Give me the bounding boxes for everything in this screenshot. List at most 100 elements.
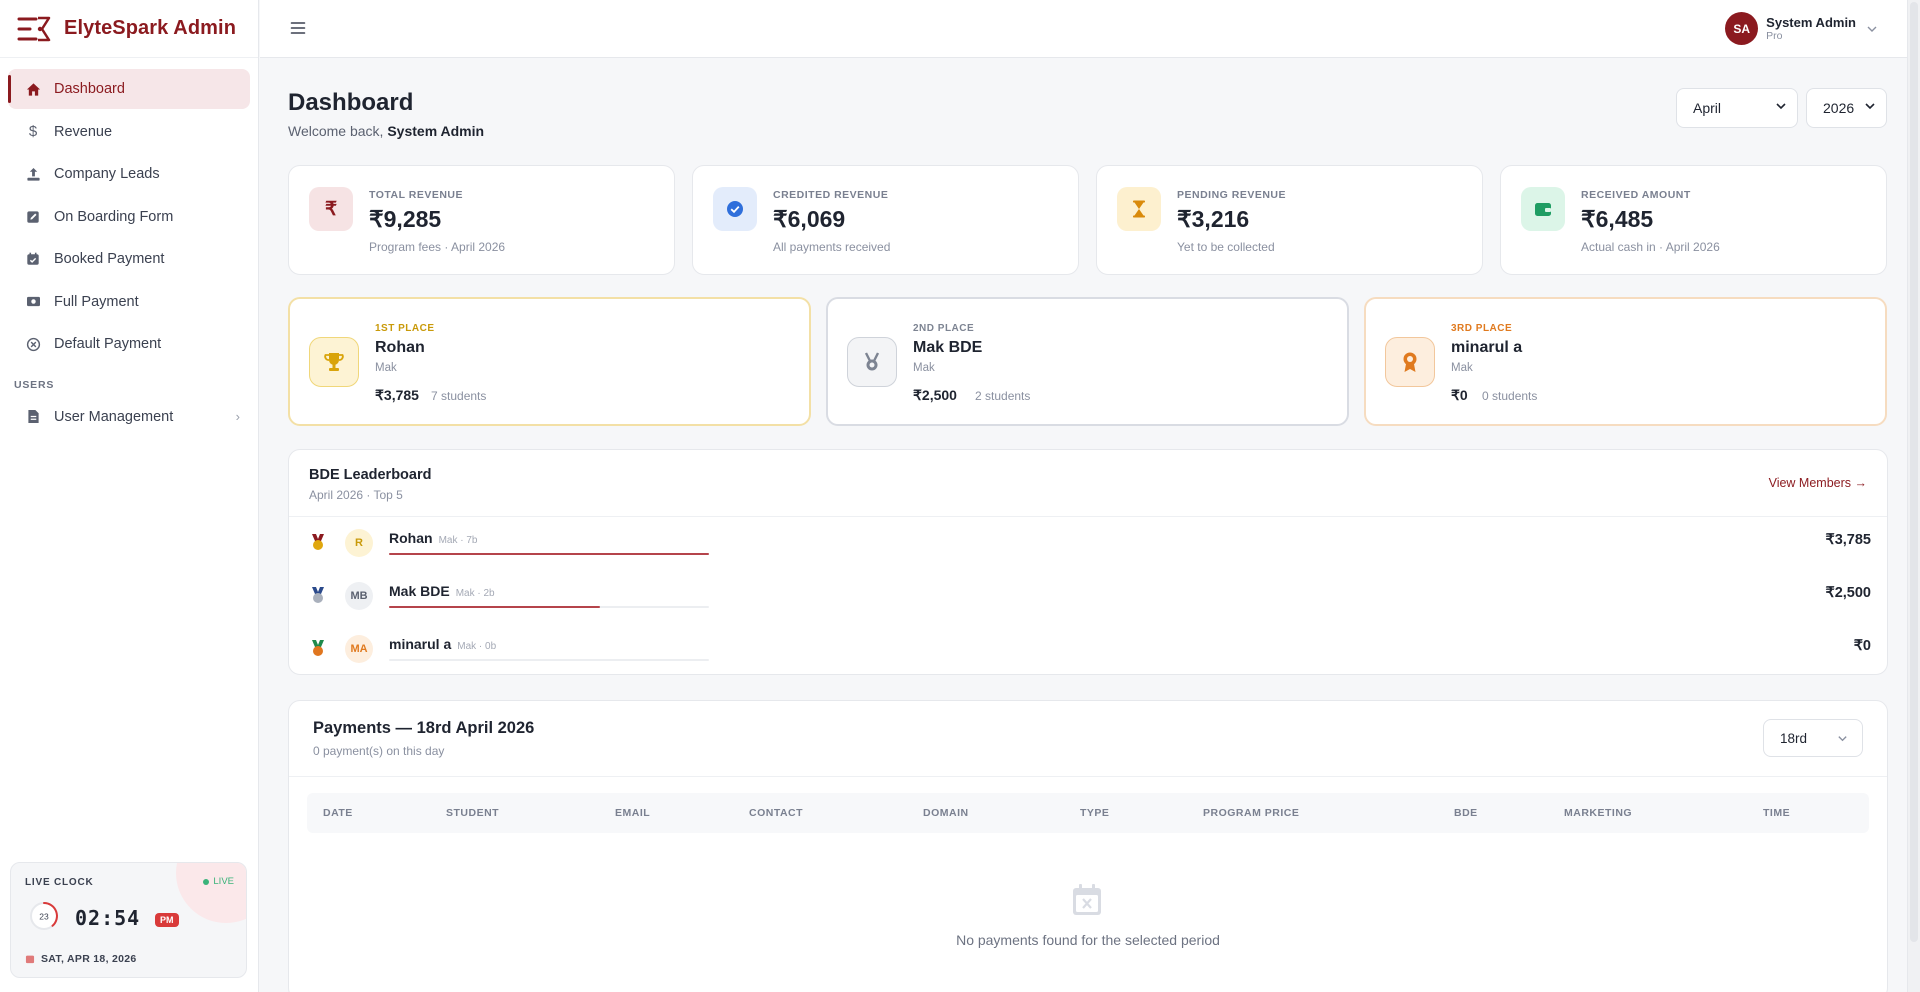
live-clock-card: LIVE CLOCK LIVE 23 02:54 PM SAT, APR 18,… [10, 862, 247, 978]
month-select[interactable]: April [1676, 88, 1798, 128]
stat-label: PENDING REVENUE [1177, 189, 1287, 201]
podium-rank: 1ST PLACE [375, 323, 435, 334]
stat-sub: Yet to be collected [1177, 240, 1275, 254]
hourglass-icon [1117, 187, 1161, 231]
hamburger-menu-icon[interactable] [290, 20, 306, 36]
payments-table-header: DATE STUDENT EMAIL CONTACT DOMAIN TYPE P… [307, 793, 1869, 833]
live-dot-icon [203, 878, 210, 885]
column-header[interactable]: BDE [1454, 807, 1478, 819]
sidebar-item-company-leads[interactable]: Company Leads [8, 154, 250, 194]
award-icon [1385, 337, 1435, 387]
leaderboard-name: Rohan Mak · 7b [389, 530, 477, 546]
year-select-value: 2026 [1823, 100, 1855, 116]
sidebar-item-label: On Boarding Form [54, 208, 174, 225]
calendar-x-icon [1073, 884, 1101, 915]
column-header[interactable]: DOMAIN [923, 807, 969, 819]
user-role: Pro [1766, 30, 1783, 42]
column-header[interactable]: CONTACT [749, 807, 803, 819]
stat-label: CREDITED REVENUE [773, 189, 889, 201]
seconds-value: 23 [39, 912, 49, 922]
stat-label: TOTAL REVENUE [369, 189, 464, 201]
stat-card-total-revenue: ₹ TOTAL REVENUE ₹9,285 Program fees · Ap… [288, 165, 675, 275]
payments-panel: Payments — 18rd April 2026 0 payment(s) … [288, 700, 1888, 992]
day-select[interactable]: 18rd [1763, 719, 1863, 757]
clock-date-text: SAT, APR 18, 2026 [41, 953, 137, 965]
sidebar-item-label: Booked Payment [54, 251, 165, 267]
sidebar-item-onboarding-form[interactable]: On Boarding Form [8, 197, 250, 237]
progress-fill [389, 553, 709, 555]
sidebar-item-default-payment[interactable]: Default Payment [8, 324, 250, 364]
scrollbar-thumb[interactable] [1910, 2, 1918, 942]
sidebar: ElyteSpark Admin Dashboard $ Revenue Com… [0, 0, 259, 992]
home-icon [25, 81, 41, 97]
podium-name: Mak BDE [913, 339, 983, 356]
document-icon [25, 409, 41, 425]
column-header[interactable]: STUDENT [446, 807, 499, 819]
year-select[interactable]: 2026 [1806, 88, 1887, 128]
payments-subtitle: 0 payment(s) on this day [313, 744, 445, 758]
brand[interactable]: ElyteSpark Admin [0, 0, 258, 58]
stat-label: RECEIVED AMOUNT [1581, 189, 1691, 201]
leaderboard-progress-bar [389, 606, 709, 608]
user-menu[interactable]: SA System Admin Pro [1725, 12, 1878, 45]
stat-value: ₹6,069 [773, 206, 846, 232]
empty-state-text: No payments found for the selected perio… [956, 932, 1220, 948]
sidebar-item-booked-payment[interactable]: Booked Payment [8, 239, 250, 279]
podium-card-first[interactable]: 1ST PLACE Rohan Mak ₹3,785 7 students [288, 297, 811, 426]
view-members-link[interactable]: View Members → [1769, 476, 1867, 490]
upload-icon [25, 166, 41, 182]
money-icon [25, 294, 41, 310]
day-select-value: 18rd [1780, 730, 1808, 746]
podium-name: minarul a [1451, 339, 1523, 356]
leaderboard-progress-bar [389, 659, 709, 661]
column-header[interactable]: EMAIL [615, 807, 650, 819]
check-circle-icon [713, 187, 757, 231]
podium-team: Mak [1451, 362, 1473, 374]
column-header[interactable]: DATE [323, 807, 353, 819]
sidebar-item-dashboard[interactable]: Dashboard [8, 69, 250, 109]
podium-amount: ₹2,500 [913, 387, 957, 403]
sidebar-item-full-payment[interactable]: Full Payment [8, 282, 250, 322]
podium-rank: 2ND PLACE [913, 323, 975, 334]
sidebar-item-label: User Management [54, 408, 174, 425]
avatar: MA [345, 635, 373, 663]
leaderboard-subtitle: April 2026 · Top 5 [309, 488, 403, 502]
stat-value: ₹3,216 [1177, 206, 1250, 232]
bde-leaderboard: BDE Leaderboard April 2026 · Top 5 View … [288, 449, 1888, 675]
leaderboard-name-text: minarul a [389, 636, 452, 652]
clock-label: LIVE CLOCK [25, 877, 94, 888]
leaderboard-row[interactable]: MA minarul a Mak · 0b ₹0 [289, 623, 1887, 675]
gold-medal-icon [312, 534, 324, 550]
column-header[interactable]: PROGRAM PRICE [1203, 807, 1299, 819]
column-header[interactable]: MARKETING [1564, 807, 1632, 819]
leaderboard-title: BDE Leaderboard [309, 467, 432, 483]
column-header[interactable]: TYPE [1080, 807, 1109, 819]
leaderboard-amount: ₹0 [1853, 638, 1871, 654]
podium-card-second[interactable]: 2ND PLACE Mak BDE Mak ₹2,500 2 students [826, 297, 1349, 426]
sidebar-section-users: USERS [14, 378, 55, 391]
chevron-down-icon [1776, 103, 1786, 110]
leaderboard-row[interactable]: MB Mak BDE Mak · 2b ₹2,500 [289, 570, 1887, 622]
podium-card-third[interactable]: 3RD PLACE minarul a Mak ₹0 0 students [1364, 297, 1887, 426]
column-header[interactable]: TIME [1763, 807, 1790, 819]
progress-fill [389, 606, 601, 608]
welcome-prefix: Welcome back, [288, 123, 384, 139]
silver-medal-icon [312, 587, 324, 603]
stat-card-credited-revenue: CREDITED REVENUE ₹6,069 All payments rec… [692, 165, 1079, 275]
sidebar-item-revenue[interactable]: $ Revenue [8, 112, 250, 152]
podium-team: Mak [913, 362, 935, 374]
avatar: SA [1725, 12, 1759, 45]
payments-title: Payments — 18rd April 2026 [313, 719, 535, 737]
page-scrollbar[interactable] [1907, 0, 1920, 992]
leaderboard-amount: ₹2,500 [1825, 585, 1871, 601]
ampm-badge: PM [155, 913, 179, 927]
podium-amount: ₹0 [1451, 387, 1468, 403]
welcome-name: System Admin [387, 123, 485, 139]
leaderboard-name: minarul a Mak · 0b [389, 636, 496, 652]
bronze-medal-icon [312, 640, 324, 656]
user-name: System Admin [1766, 15, 1856, 30]
leaderboard-row[interactable]: R Rohan Mak · 7b ₹3,785 [289, 517, 1887, 569]
podium-students: 7 students [431, 389, 487, 403]
leaderboard-name-text: Mak BDE [389, 583, 450, 599]
sidebar-item-user-management[interactable]: User Management › [8, 397, 250, 437]
